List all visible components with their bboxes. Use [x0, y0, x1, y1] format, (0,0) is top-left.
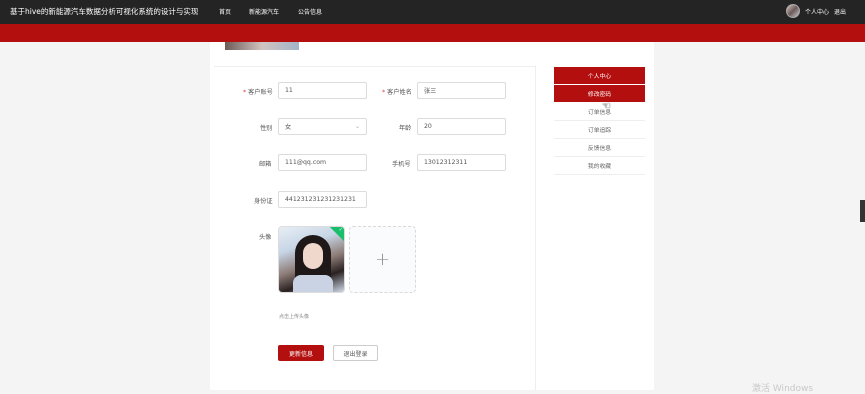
chevron-down-icon: ⌄ — [354, 123, 360, 130]
sidebar-item-favorites[interactable]: 我的收藏 — [554, 157, 645, 175]
upload-hint: 点击上传头像 — [279, 314, 310, 320]
age-field[interactable]: 20 — [417, 118, 506, 135]
top-navbar: 基于hive的新能源汽车数据分析可视化系统的设计与实现 首页 新能源汽车 公告信… — [0, 0, 865, 24]
email-field[interactable]: 111@qq.com — [278, 154, 367, 171]
logout-button[interactable]: 退出登录 — [333, 345, 378, 361]
id-card-field[interactable]: 441231231231231231 — [278, 191, 367, 208]
mouse-cursor-icon: ☜ — [602, 101, 611, 112]
id-card-label: 身份证 — [254, 198, 273, 205]
gender-select[interactable]: 女 ⌄ — [278, 118, 367, 135]
scrollbar-thumb[interactable] — [860, 200, 865, 222]
avatar-image[interactable]: ✓ — [278, 226, 345, 293]
cropped-banner-photo — [225, 42, 299, 50]
sidebar-item-personal-center[interactable]: 个人中心 — [554, 67, 645, 85]
age-label: 年龄 — [399, 125, 412, 132]
phone-field[interactable]: 13012312311 — [417, 154, 506, 171]
user-avatar[interactable] — [786, 4, 800, 18]
nav-home[interactable]: 首页 — [219, 7, 231, 16]
gender-value: 女 — [285, 124, 292, 131]
sidebar-item-feedback[interactable]: 反馈信息 — [554, 139, 645, 157]
user-area: 个人中心 退出 — [786, 4, 846, 18]
gender-label: 性别 — [260, 125, 273, 132]
sidebar-menu: 个人中心 修改密码 订单信息 订单追踪 反馈信息 我的收藏 — [554, 67, 645, 175]
plus-icon: + — [374, 249, 391, 270]
site-title: 基于hive的新能源汽车数据分析可视化系统的设计与实现 — [10, 7, 199, 16]
sidebar-item-orders[interactable]: 订单信息 — [554, 103, 645, 121]
account-label: * 客户账号 — [243, 89, 273, 96]
sidebar-item-change-password[interactable]: 修改密码 — [554, 85, 645, 103]
nav-new-energy-cars[interactable]: 新能源汽车 — [249, 7, 279, 16]
name-field[interactable]: 张三 — [417, 82, 506, 99]
avatar-upload-button[interactable]: + — [349, 226, 416, 293]
phone-label: 手机号 — [392, 161, 411, 168]
avatar-label: 头像 — [259, 234, 272, 241]
update-info-button[interactable]: 更新信息 — [278, 345, 324, 361]
name-label: * 客户姓名 — [382, 89, 412, 96]
windows-activation-watermark: 激活 Windows — [752, 384, 814, 394]
check-icon: ✓ — [338, 227, 343, 233]
user-center-link[interactable]: 个人中心 — [805, 7, 829, 16]
logout-link[interactable]: 退出 — [834, 7, 846, 16]
nav-announcements[interactable]: 公告信息 — [298, 7, 322, 16]
banner-strip — [0, 24, 865, 42]
email-label: 邮箱 — [259, 161, 272, 168]
account-field[interactable]: 11 — [278, 82, 367, 99]
sidebar-item-order-tracking[interactable]: 订单追踪 — [554, 121, 645, 139]
